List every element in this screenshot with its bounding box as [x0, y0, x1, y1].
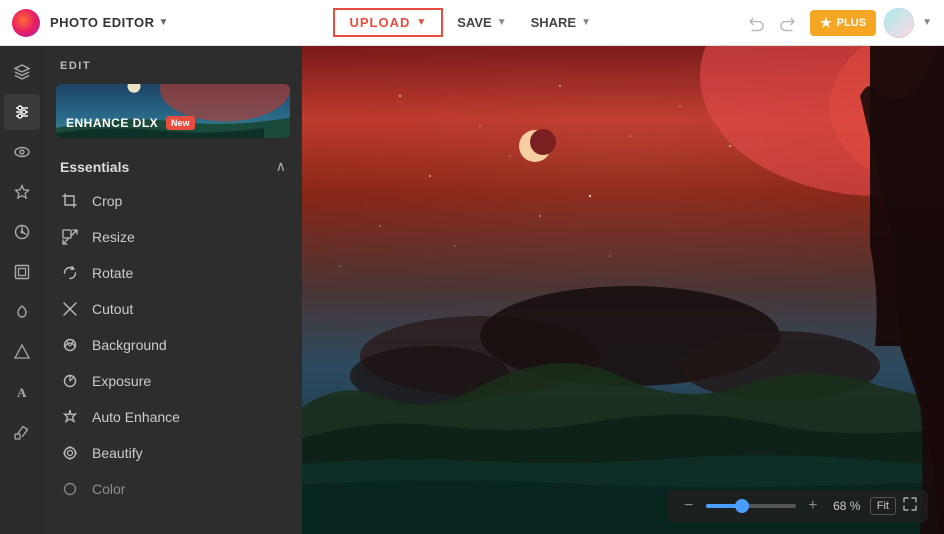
zoom-slider-thumb[interactable] — [735, 499, 749, 513]
cutout-label: Cutout — [92, 301, 133, 317]
zoom-value: 68 % — [830, 499, 864, 513]
header-center: UPLOAD ▼ SAVE ▼ SHARE ▼ — [192, 8, 742, 37]
resize-icon — [60, 229, 80, 245]
fullscreen-button[interactable] — [902, 496, 918, 517]
auto-enhance-icon — [60, 409, 80, 425]
header: PHOTO EDITOR ▼ UPLOAD ▼ SAVE ▼ SHARE ▼ — [0, 0, 944, 46]
upload-button[interactable]: UPLOAD ▼ — [333, 8, 443, 37]
main-area: A EDIT — [0, 46, 944, 534]
undo-redo-group — [742, 9, 802, 37]
essentials-title: Essentials — [60, 159, 129, 175]
banner-text: ENHANCE DLX — [66, 116, 158, 130]
icon-bar-beauty[interactable] — [4, 294, 40, 330]
app-name-arrow[interactable]: ▼ — [158, 17, 168, 28]
icon-bar-text[interactable]: A — [4, 374, 40, 410]
exposure-label: Exposure — [92, 373, 151, 389]
svg-text:A: A — [17, 385, 27, 400]
avatar-arrow[interactable]: ▼ — [922, 17, 932, 28]
rotate-icon — [60, 265, 80, 281]
side-panel: EDIT ENHANCE DLX New — [44, 46, 302, 534]
icon-bar-draw[interactable] — [4, 414, 40, 450]
icon-bar: A — [0, 46, 44, 534]
tool-auto-enhance[interactable]: Auto Enhance — [44, 399, 302, 435]
save-button[interactable]: SAVE ▼ — [447, 8, 516, 37]
share-button[interactable]: SHARE ▼ — [521, 8, 601, 37]
edit-label: EDIT — [44, 46, 302, 80]
crop-icon — [60, 193, 80, 209]
icon-bar-view[interactable] — [4, 134, 40, 170]
icon-bar-layers[interactable] — [4, 54, 40, 90]
crop-label: Crop — [92, 193, 122, 209]
tool-rotate[interactable]: Rotate — [44, 255, 302, 291]
icon-bar-favorites[interactable] — [4, 174, 40, 210]
banner-badge: New — [166, 116, 195, 130]
background-label: Background — [92, 337, 167, 353]
beautify-label: Beautify — [92, 445, 143, 461]
icon-bar-frames[interactable] — [4, 254, 40, 290]
color-icon — [60, 481, 80, 497]
fit-button[interactable]: Fit — [870, 497, 896, 515]
zoom-out-button[interactable]: − — [678, 495, 700, 517]
tool-crop[interactable]: Crop — [44, 183, 302, 219]
plus-button[interactable]: ★ PLUS — [810, 10, 876, 36]
exposure-icon — [60, 373, 80, 389]
canvas-bg — [302, 46, 944, 534]
undo-button[interactable] — [742, 9, 770, 37]
background-icon — [60, 337, 80, 353]
tool-cutout[interactable]: Cutout — [44, 291, 302, 327]
tool-resize[interactable]: Resize — [44, 219, 302, 255]
icon-bar-adjustments[interactable] — [4, 94, 40, 130]
canvas-area: − + 68 % Fit — [302, 46, 944, 534]
essentials-header[interactable]: Essentials ∧ — [44, 150, 302, 183]
zoom-in-button[interactable]: + — [802, 495, 824, 517]
icon-bar-shapes[interactable] — [4, 334, 40, 370]
tool-exposure[interactable]: Exposure — [44, 363, 302, 399]
bottom-toolbar: − + 68 % Fit — [668, 490, 928, 522]
rotate-label: Rotate — [92, 265, 133, 281]
essentials-arrow: ∧ — [276, 158, 286, 175]
auto-enhance-label: Auto Enhance — [92, 409, 180, 425]
enhance-banner[interactable]: ENHANCE DLX New — [56, 84, 290, 138]
redo-button[interactable] — [774, 9, 802, 37]
beautify-icon — [60, 445, 80, 461]
app-name: PHOTO EDITOR — [50, 15, 154, 30]
zoom-slider[interactable] — [706, 504, 796, 508]
color-label: Color — [92, 481, 125, 497]
tool-color[interactable]: Color — [44, 471, 302, 507]
avatar-image — [884, 8, 914, 38]
resize-label: Resize — [92, 229, 135, 245]
avatar[interactable] — [884, 8, 914, 38]
icon-bar-effects[interactable] — [4, 214, 40, 250]
app-logo — [12, 9, 40, 37]
header-right: ★ PLUS ▼ — [742, 8, 932, 38]
tool-list: Crop Resize — [44, 183, 302, 534]
tool-background[interactable]: Background — [44, 327, 302, 363]
tool-beautify[interactable]: Beautify — [44, 435, 302, 471]
cutout-icon — [60, 301, 80, 317]
